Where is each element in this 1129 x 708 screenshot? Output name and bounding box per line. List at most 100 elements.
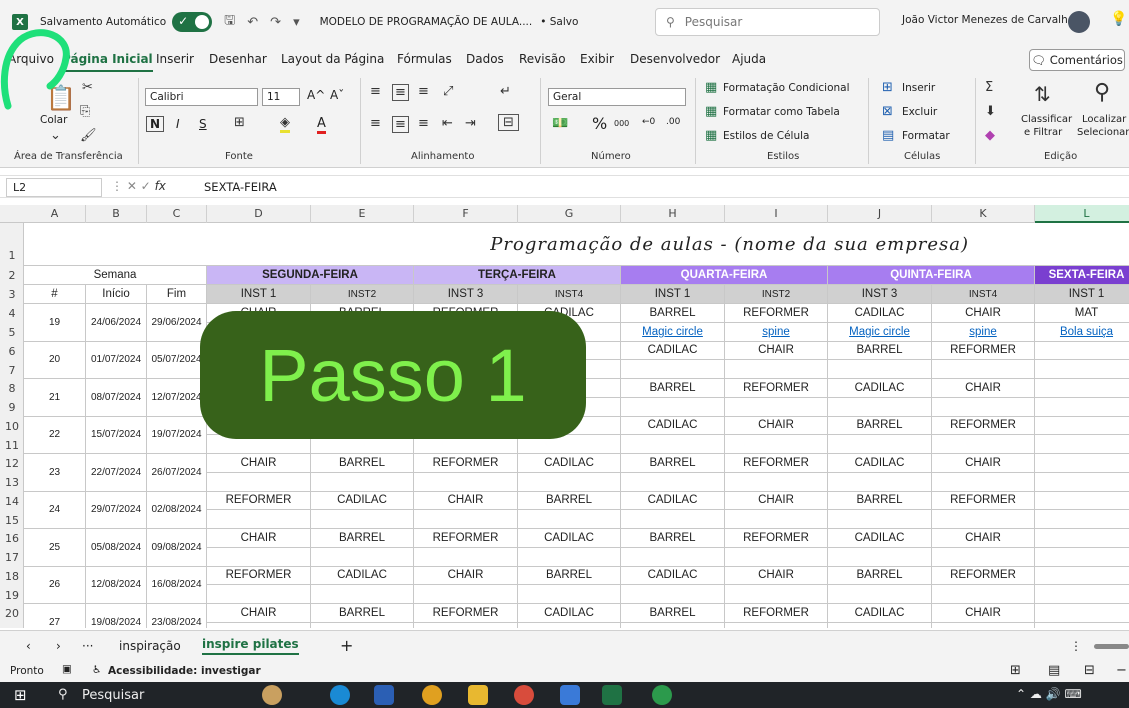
week-number[interactable]: 25 <box>24 529 86 567</box>
tab-inserir[interactable]: Inserir <box>156 52 194 66</box>
decrease-indent-icon[interactable]: ⇤ <box>442 116 453 131</box>
schedule-cell[interactable] <box>1035 529 1129 548</box>
delete-cells-icon[interactable]: ⊠ <box>882 104 893 119</box>
conditional-format-button[interactable]: Formatação Condicional <box>723 82 850 94</box>
schedule-cell[interactable] <box>1035 585 1129 604</box>
whatsapp-icon[interactable] <box>652 685 672 705</box>
week-number[interactable]: 19 <box>24 304 86 342</box>
schedule-cell[interactable] <box>621 510 725 529</box>
semana-header[interactable]: Semana <box>24 266 207 285</box>
format-cells-button[interactable]: Formatar <box>902 130 950 142</box>
schedule-cell[interactable]: BARREL <box>828 566 932 586</box>
align-right-icon[interactable]: ≡ <box>418 116 429 131</box>
schedule-cell[interactable] <box>725 510 828 529</box>
column-header-K[interactable]: K <box>932 205 1035 223</box>
column-header-C[interactable]: C <box>147 205 207 223</box>
week-start[interactable]: 19/08/2024 <box>86 604 147 628</box>
italic-button[interactable]: I <box>176 117 180 131</box>
page-break-icon[interactable]: ⊟ <box>1084 663 1095 678</box>
schedule-cell[interactable] <box>932 547 1035 567</box>
row-header-13[interactable]: 13 <box>0 476 23 489</box>
row-header-14[interactable]: 14 <box>0 495 23 508</box>
schedule-cell[interactable]: Magic circle <box>828 322 932 342</box>
decrease-decimal-icon[interactable]: .00 <box>666 117 680 127</box>
column-header-J[interactable]: J <box>828 205 932 223</box>
save-status[interactable]: • Salvo <box>540 16 578 28</box>
week-number[interactable]: 24 <box>24 491 86 529</box>
sheet-tab-inspire-pilates[interactable]: inspire pilates <box>202 637 299 655</box>
schedule-cell[interactable] <box>207 585 311 604</box>
schedule-cell[interactable]: BARREL <box>621 304 725 323</box>
wrap-text-icon[interactable]: ↵ <box>500 84 511 99</box>
day-header[interactable]: SEGUNDA-FEIRA <box>207 266 414 285</box>
schedule-cell[interactable] <box>1035 454 1129 473</box>
schedule-cell[interactable] <box>1035 492 1129 511</box>
conditional-format-icon[interactable]: ▦ <box>705 80 717 95</box>
tab-desenvolvedor[interactable]: Desenvolvedor <box>630 52 720 66</box>
name-box[interactable]: L2 <box>6 178 102 197</box>
schedule-cell[interactable] <box>414 547 518 567</box>
tab-dados[interactable]: Dados <box>466 52 504 66</box>
week-number[interactable]: 20 <box>24 341 86 379</box>
week-end[interactable]: 19/07/2024 <box>147 416 207 454</box>
taskbar-search-icon[interactable]: ⚲ <box>58 687 68 702</box>
schedule-cell[interactable] <box>311 510 414 529</box>
increase-decimal-icon[interactable]: ←0 <box>642 117 655 127</box>
row-header-16[interactable]: 16 <box>0 532 23 545</box>
schedule-cell[interactable]: CADILAC <box>311 566 414 586</box>
orientation-icon[interactable]: ⤢ <box>443 84 453 99</box>
day-header[interactable]: SEXTA-FEIRA <box>1035 266 1129 285</box>
schedule-cell[interactable] <box>725 622 828 628</box>
percent-icon[interactable]: % <box>592 114 607 133</box>
schedule-cell[interactable]: REFORMER <box>725 379 828 398</box>
schedule-cell[interactable]: CHAIR <box>932 379 1035 398</box>
week-number[interactable]: 23 <box>24 454 86 492</box>
schedule-cell[interactable] <box>1035 473 1129 492</box>
normal-view-icon[interactable]: ⊞ <box>1010 663 1021 678</box>
weather-widget-icon[interactable] <box>262 685 282 705</box>
row-header-20[interactable]: 20 <box>0 607 23 620</box>
week-end[interactable]: 16/08/2024 <box>147 566 207 604</box>
sub-header[interactable]: INST 3 <box>828 285 932 304</box>
week-number[interactable]: 21 <box>24 379 86 417</box>
save-icon[interactable]: 🖫 <box>224 11 235 33</box>
schedule-cell[interactable] <box>1035 342 1129 361</box>
column-header-B[interactable]: B <box>86 205 147 223</box>
row-header-11[interactable]: 11 <box>0 439 23 452</box>
sub-header[interactable]: INST 3 <box>414 285 518 304</box>
paint-icon[interactable] <box>560 685 580 705</box>
merge-center-icon[interactable]: ⊟ <box>498 114 519 131</box>
schedule-cell[interactable] <box>828 622 932 628</box>
schedule-cell[interactable] <box>1035 567 1129 586</box>
row-header-10[interactable]: 10 <box>0 420 23 433</box>
scroll-options-icon[interactable]: ⋮ <box>1070 639 1082 653</box>
add-sheet-button[interactable]: + <box>340 636 353 655</box>
sort-filter-label-1[interactable]: Classificar <box>1021 114 1072 125</box>
column-header-D[interactable]: D <box>207 205 311 223</box>
align-center-icon[interactable]: ≡ <box>392 116 409 133</box>
accessibility-status[interactable]: Acessibilidade: investigar <box>108 665 261 677</box>
schedule-cell[interactable] <box>828 585 932 604</box>
format-table-button[interactable]: Formatar como Tabela <box>723 106 840 118</box>
column-header-I[interactable]: I <box>725 205 828 223</box>
sort-filter-icon[interactable]: ⇅ <box>1034 82 1051 106</box>
week-end[interactable]: 09/08/2024 <box>147 529 207 567</box>
cell-styles-icon[interactable]: ▦ <box>705 128 717 143</box>
schedule-cell[interactable]: BARREL <box>828 341 932 361</box>
schedule-cell[interactable] <box>932 397 1035 417</box>
schedule-cell[interactable] <box>311 472 414 492</box>
zoom-out-icon[interactable]: − <box>1116 663 1127 678</box>
sub-header[interactable]: INST2 <box>725 285 828 304</box>
align-left-icon[interactable]: ≡ <box>370 116 381 131</box>
schedule-cell[interactable]: BARREL <box>311 529 414 548</box>
column-header-H[interactable]: H <box>621 205 725 223</box>
paste-label[interactable]: Colar <box>40 114 67 126</box>
document-title[interactable]: MODELO DE PROGRAMAÇÃO DE AULA.... <box>320 16 533 28</box>
cell-styles-button[interactable]: Estilos de Célula <box>723 130 809 142</box>
schedule-cell[interactable]: CHAIR <box>932 604 1035 623</box>
schedule-cell[interactable] <box>725 397 828 417</box>
excel-taskbar-icon[interactable] <box>602 685 622 705</box>
sub-header[interactable]: INST 1 <box>207 285 311 304</box>
schedule-cell[interactable]: CHAIR <box>932 529 1035 548</box>
customize-toolbar-icon[interactable]: ▾ <box>293 15 300 30</box>
